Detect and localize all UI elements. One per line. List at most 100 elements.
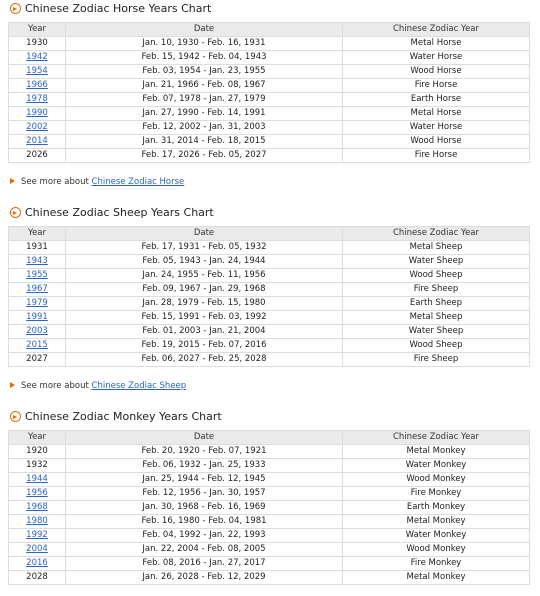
triangle-arrow-icon bbox=[10, 382, 15, 388]
date-cell: Feb. 20, 1920 - Feb. 07, 1921 bbox=[65, 444, 343, 459]
zodiac-cell: Fire Sheep bbox=[342, 282, 530, 297]
monkey-section: Chinese Zodiac Monkey Years Chart Year D… bbox=[0, 408, 540, 585]
zodiac-cell: Fire Monkey bbox=[342, 556, 530, 571]
year-cell: 1990 bbox=[8, 106, 66, 121]
table-row: 1944 Jan. 25, 1944 - Feb. 12, 1945 Wood … bbox=[8, 472, 530, 487]
date-cell: Jan. 27, 1990 - Feb. 14, 1991 bbox=[65, 106, 343, 121]
year-link[interactable]: 2014 bbox=[26, 136, 48, 146]
zodiac-cell: Earth Sheep bbox=[342, 296, 530, 311]
table-row: 2004 Jan. 22, 2004 - Feb. 08, 2005 Wood … bbox=[8, 542, 530, 557]
year-link[interactable]: 2004 bbox=[26, 544, 48, 554]
zodiac-cell: Metal Monkey bbox=[342, 514, 530, 529]
date-cell: Feb. 06, 1932 - Jan. 25, 1933 bbox=[65, 458, 343, 473]
year-link[interactable]: 1990 bbox=[26, 108, 48, 118]
year-link[interactable]: 1944 bbox=[26, 474, 48, 484]
table-row: 2014 Jan. 31, 2014 - Feb. 18, 2015 Wood … bbox=[8, 134, 530, 149]
table-row: 1992 Feb. 04, 1992 - Jan. 22, 1993 Water… bbox=[8, 528, 530, 543]
year-cell: 2003 bbox=[8, 324, 66, 339]
year-cell: 1966 bbox=[8, 78, 66, 93]
monkey-section-title: Chinese Zodiac Monkey Years Chart bbox=[25, 410, 222, 423]
date-cell: Feb. 15, 1991 - Feb. 03, 1992 bbox=[65, 310, 343, 325]
see-more-horse: See more about Chinese Zodiac Horse bbox=[10, 176, 184, 189]
table-row: 1943 Feb. 05, 1943 - Jan. 24, 1944 Water… bbox=[8, 254, 530, 269]
table-row: 1979 Jan. 28, 1979 - Feb. 15, 1980 Earth… bbox=[8, 296, 530, 311]
table-row: 1990 Jan. 27, 1990 - Feb. 14, 1991 Metal… bbox=[8, 106, 530, 121]
chinese-zodiac-horse-link[interactable]: Chinese Zodiac Horse bbox=[92, 177, 185, 187]
date-cell: Feb. 05, 1943 - Jan. 24, 1944 bbox=[65, 254, 343, 269]
year-link[interactable]: 1954 bbox=[26, 66, 48, 76]
date-cell: Feb. 12, 1956 - Jan. 30, 1957 bbox=[65, 486, 343, 501]
column-header-year: Year bbox=[8, 22, 66, 37]
year-cell: 2014 bbox=[8, 134, 66, 149]
date-cell: Jan. 30, 1968 - Feb. 16, 1969 bbox=[65, 500, 343, 515]
table-row: 1980 Feb. 16, 1980 - Feb. 04, 1981 Metal… bbox=[8, 514, 530, 529]
year-link[interactable]: 1955 bbox=[26, 270, 48, 280]
date-cell: Feb. 17, 2026 - Feb. 05, 2027 bbox=[65, 148, 343, 163]
year-link[interactable]: 1978 bbox=[26, 94, 48, 104]
year-link[interactable]: 1966 bbox=[26, 80, 48, 90]
circle-arrow-icon bbox=[10, 3, 21, 14]
table-row: 1932 Feb. 06, 1932 - Jan. 25, 1933 Water… bbox=[8, 458, 530, 473]
table-row: 1968 Jan. 30, 1968 - Feb. 16, 1969 Earth… bbox=[8, 500, 530, 515]
circle-arrow-icon bbox=[10, 207, 21, 218]
year-link[interactable]: 2016 bbox=[26, 558, 48, 568]
column-header-zodiac-year: Chinese Zodiac Year bbox=[342, 22, 530, 37]
zodiac-cell: Metal Horse bbox=[342, 106, 530, 121]
column-header-date: Date bbox=[65, 226, 343, 241]
date-cell: Feb. 12, 2002 - Jan. 31, 2003 bbox=[65, 120, 343, 135]
year-cell: 1920 bbox=[8, 444, 66, 459]
year-cell: 1932 bbox=[8, 458, 66, 473]
table-row: 1955 Jan. 24, 1955 - Feb. 11, 1956 Wood … bbox=[8, 268, 530, 283]
year-link[interactable]: 1992 bbox=[26, 530, 48, 540]
year-cell: 1954 bbox=[8, 64, 66, 79]
monkey-years-table: Year Date Chinese Zodiac Year 1920 Feb. … bbox=[8, 430, 530, 585]
year-cell: 1968 bbox=[8, 500, 66, 515]
triangle-arrow-icon bbox=[10, 178, 15, 184]
year-cell: 1942 bbox=[8, 50, 66, 65]
column-header-zodiac-year: Chinese Zodiac Year bbox=[342, 430, 530, 445]
year-cell: 1943 bbox=[8, 254, 66, 269]
chinese-zodiac-sheep-link[interactable]: Chinese Zodiac Sheep bbox=[92, 381, 187, 391]
column-header-date: Date bbox=[65, 430, 343, 445]
zodiac-cell: Wood Sheep bbox=[342, 338, 530, 353]
horse-section-header: Chinese Zodiac Horse Years Chart bbox=[0, 0, 540, 18]
zodiac-cell: Fire Sheep bbox=[342, 352, 530, 367]
year-cell: 1956 bbox=[8, 486, 66, 501]
zodiac-cell: Water Horse bbox=[342, 50, 530, 65]
zodiac-cell: Fire Horse bbox=[342, 148, 530, 163]
zodiac-cell: Metal Monkey bbox=[342, 570, 530, 585]
zodiac-cell: Fire Monkey bbox=[342, 486, 530, 501]
zodiac-cell: Water Monkey bbox=[342, 528, 530, 543]
date-cell: Jan. 26, 2028 - Feb. 12, 2029 bbox=[65, 570, 343, 585]
year-link[interactable]: 1980 bbox=[26, 516, 48, 526]
table-row: 1966 Jan. 21, 1966 - Feb. 08, 1967 Fire … bbox=[8, 78, 530, 93]
year-link[interactable]: 1956 bbox=[26, 488, 48, 498]
table-row: 1930 Jan. 10, 1930 - Feb. 16, 1931 Metal… bbox=[8, 36, 530, 51]
year-link[interactable]: 2002 bbox=[26, 122, 48, 132]
year-cell: 1930 bbox=[8, 36, 66, 51]
year-link[interactable]: 1979 bbox=[26, 298, 48, 308]
zodiac-cell: Water Monkey bbox=[342, 458, 530, 473]
year-link[interactable]: 1943 bbox=[26, 256, 48, 266]
year-link[interactable]: 1968 bbox=[26, 502, 48, 512]
year-link[interactable]: 2003 bbox=[26, 326, 48, 336]
table-row: 1931 Feb. 17, 1931 - Feb. 05, 1932 Metal… bbox=[8, 240, 530, 255]
table-row: 2026 Feb. 17, 2026 - Feb. 05, 2027 Fire … bbox=[8, 148, 530, 163]
date-cell: Feb. 15, 1942 - Feb. 04, 1943 bbox=[65, 50, 343, 65]
zodiac-cell: Metal Horse bbox=[342, 36, 530, 51]
table-header-row: Year Date Chinese Zodiac Year bbox=[8, 22, 530, 37]
table-row: 1956 Feb. 12, 1956 - Jan. 30, 1957 Fire … bbox=[8, 486, 530, 501]
year-cell: 1967 bbox=[8, 282, 66, 297]
zodiac-cell: Wood Monkey bbox=[342, 542, 530, 557]
table-row: 2027 Feb. 06, 2027 - Feb. 25, 2028 Fire … bbox=[8, 352, 530, 367]
date-cell: Feb. 03, 1954 - Jan. 23, 1955 bbox=[65, 64, 343, 79]
sheep-years-table: Year Date Chinese Zodiac Year 1931 Feb. … bbox=[8, 226, 530, 367]
date-cell: Jan. 21, 1966 - Feb. 08, 1967 bbox=[65, 78, 343, 93]
year-link[interactable]: 1991 bbox=[26, 312, 48, 322]
year-cell: 2028 bbox=[8, 570, 66, 585]
date-cell: Jan. 28, 1979 - Feb. 15, 1980 bbox=[65, 296, 343, 311]
sheep-section: Chinese Zodiac Sheep Years Chart Year Da… bbox=[0, 204, 540, 391]
year-link[interactable]: 1967 bbox=[26, 284, 48, 294]
year-link[interactable]: 1942 bbox=[26, 52, 48, 62]
year-link[interactable]: 2015 bbox=[26, 340, 48, 350]
